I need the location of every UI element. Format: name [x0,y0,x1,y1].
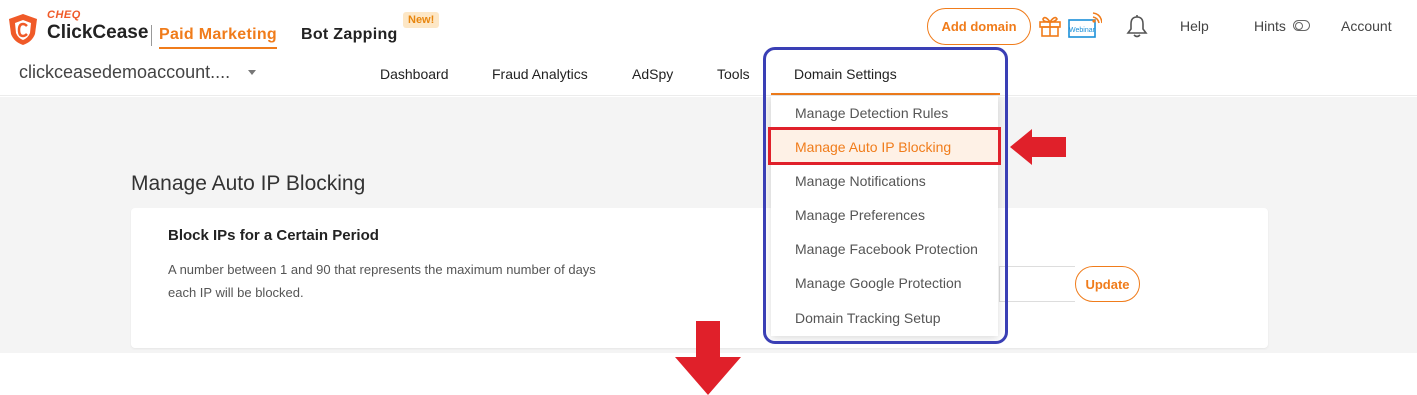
clickcease-shield-logo[interactable] [6,12,40,46]
webinar-icon[interactable]: Webinar [1068,12,1102,40]
nav-tools[interactable]: Tools [717,66,750,82]
add-domain-button[interactable]: Add domain [927,8,1031,45]
block-days-input[interactable] [999,266,1075,302]
tab-bot-zapping[interactable]: Bot Zapping [301,26,398,44]
account-menu[interactable]: Account [1341,18,1392,34]
page-title: Manage Auto IP Blocking [131,172,366,195]
cheq-brand-prefix: CHEQ [47,9,81,21]
card-description: A number between 1 and 90 that represent… [168,262,596,300]
brand-divider [151,25,152,46]
chevron-down-icon[interactable] [248,70,256,75]
card-title: Block IPs for a Certain Period [168,227,379,244]
hints-toggle[interactable] [1293,20,1310,31]
arrow-down-icon [675,321,741,395]
tab-paid-marketing[interactable]: Paid Marketing [159,26,278,49]
bell-icon[interactable] [1126,14,1148,38]
help-link[interactable]: Help [1180,18,1209,34]
account-selector[interactable]: clickceasedemoaccount.... [19,62,230,83]
brand-name[interactable]: ClickCease [47,22,148,44]
nav-adspy[interactable]: AdSpy [632,66,673,82]
arrow-left-icon [1010,129,1066,165]
top-header: CHEQ ClickCease Paid Marketing Bot Zappi… [0,0,1417,96]
auto-ip-blocking-highlight-box [768,127,1001,165]
update-button[interactable]: Update [1075,266,1140,302]
gift-icon[interactable] [1038,13,1062,37]
nav-dashboard[interactable]: Dashboard [380,66,449,82]
domain-settings-highlight-box [763,47,1008,344]
nav-fraud-analytics[interactable]: Fraud Analytics [492,66,588,82]
hints-label: Hints [1254,18,1286,34]
webinar-icon-text: Webinar [1069,27,1096,34]
new-badge: New! [403,12,440,28]
